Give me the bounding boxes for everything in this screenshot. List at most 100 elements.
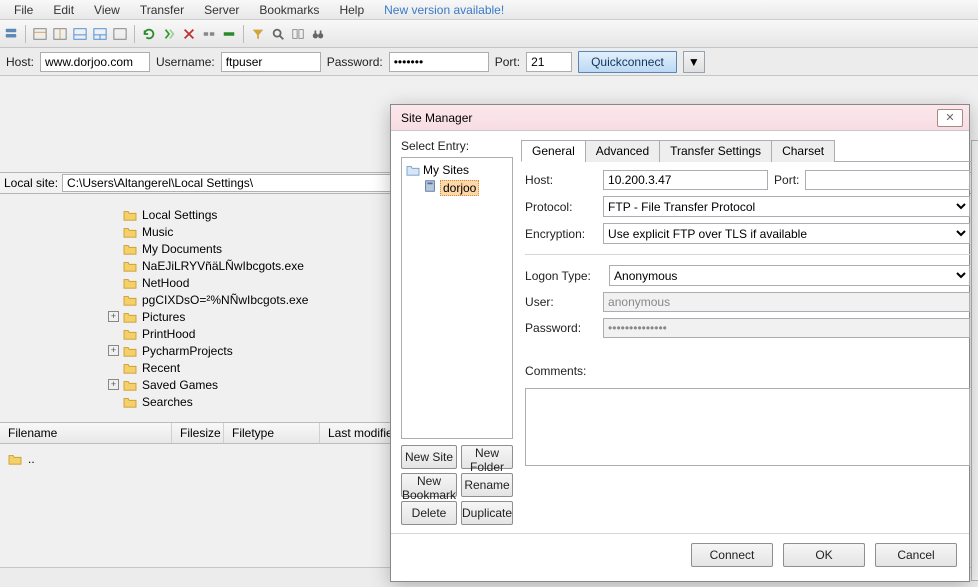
sm-pass-input bbox=[603, 318, 970, 338]
expand-icon[interactable]: + bbox=[108, 345, 119, 356]
menu-help[interactable]: Help bbox=[331, 1, 372, 19]
disconnect-icon[interactable] bbox=[200, 25, 218, 43]
select-entry-label: Select Entry: bbox=[401, 139, 513, 153]
tab-advanced[interactable]: Advanced bbox=[585, 140, 660, 162]
host-input[interactable] bbox=[40, 52, 150, 72]
entry-dorjoo[interactable]: dorjoo bbox=[406, 178, 508, 197]
sm-host-input[interactable] bbox=[603, 170, 768, 190]
tree-item[interactable]: + PycharmProjects bbox=[62, 342, 407, 359]
pane4-icon[interactable] bbox=[91, 25, 109, 43]
sm-logon-select[interactable]: Anonymous bbox=[609, 265, 970, 286]
dialog-titlebar: Site Manager ✕ bbox=[391, 105, 969, 131]
pass-label: Password: bbox=[327, 55, 383, 69]
port-label: Port: bbox=[495, 55, 520, 69]
duplicate-button[interactable]: Duplicate bbox=[461, 501, 513, 525]
entry-root[interactable]: My Sites bbox=[406, 162, 508, 178]
tree-item[interactable]: Music bbox=[62, 223, 407, 240]
tabs: General Advanced Transfer Settings Chars… bbox=[521, 139, 972, 162]
tree-item[interactable]: My Documents bbox=[62, 240, 407, 257]
close-icon[interactable]: ✕ bbox=[937, 109, 963, 127]
user-input[interactable] bbox=[221, 52, 321, 72]
menu-new-version[interactable]: New version available! bbox=[376, 1, 512, 19]
cancel-button[interactable]: Cancel bbox=[875, 543, 957, 567]
tree-item[interactable]: Local Settings bbox=[62, 206, 407, 223]
refresh-icon[interactable] bbox=[140, 25, 158, 43]
col-filesize[interactable]: Filesize bbox=[172, 423, 224, 443]
tree-item[interactable]: Recent bbox=[62, 359, 407, 376]
menu-view[interactable]: View bbox=[86, 1, 128, 19]
tree-item[interactable]: pgCIXDsO=²%NÑwIbcgots.exe bbox=[62, 291, 407, 308]
file-list[interactable]: .. bbox=[0, 444, 428, 474]
folder-icon bbox=[123, 260, 137, 272]
folder-icon bbox=[123, 294, 137, 306]
menu-file[interactable]: File bbox=[6, 1, 41, 19]
folder-icon bbox=[123, 311, 137, 323]
cancel-icon[interactable] bbox=[180, 25, 198, 43]
new-bookmark-button[interactable]: New Bookmark bbox=[401, 473, 457, 497]
folder-icon bbox=[8, 453, 22, 465]
local-site-input[interactable] bbox=[62, 174, 428, 192]
sm-encryption-select[interactable]: Use explicit FTP over TLS if available bbox=[603, 223, 970, 244]
server-icon[interactable] bbox=[2, 25, 20, 43]
quickconnect-dropdown[interactable]: ▼ bbox=[683, 51, 705, 73]
pane2-icon[interactable] bbox=[51, 25, 69, 43]
expand-icon[interactable]: + bbox=[108, 311, 119, 322]
process-queue-icon[interactable] bbox=[160, 25, 178, 43]
pane5-icon[interactable] bbox=[111, 25, 129, 43]
entry-tree[interactable]: My Sites dorjoo bbox=[401, 157, 513, 439]
port-input[interactable] bbox=[526, 52, 572, 72]
quickconnect-button[interactable]: Quickconnect bbox=[578, 51, 677, 73]
tab-transfer-settings[interactable]: Transfer Settings bbox=[659, 140, 772, 162]
sm-user-label: User: bbox=[525, 295, 597, 309]
folder-icon bbox=[123, 345, 137, 357]
menu-edit[interactable]: Edit bbox=[45, 1, 82, 19]
sm-protocol-select[interactable]: FTP - File Transfer Protocol bbox=[603, 196, 970, 217]
pass-input[interactable] bbox=[389, 52, 489, 72]
menu-bookmarks[interactable]: Bookmarks bbox=[251, 1, 327, 19]
rename-button[interactable]: Rename bbox=[461, 473, 513, 497]
sm-host-label: Host: bbox=[525, 173, 597, 187]
sm-port-input[interactable] bbox=[805, 170, 970, 190]
compare-icon[interactable] bbox=[289, 25, 307, 43]
toolbar bbox=[0, 20, 978, 48]
new-site-button[interactable]: New Site bbox=[401, 445, 457, 469]
tree-label: PycharmProjects bbox=[142, 344, 233, 358]
col-filetype[interactable]: Filetype bbox=[224, 423, 320, 443]
folder-icon bbox=[123, 396, 137, 408]
menu-transfer[interactable]: Transfer bbox=[132, 1, 192, 19]
menu-server[interactable]: Server bbox=[196, 1, 247, 19]
ok-button[interactable]: OK bbox=[783, 543, 865, 567]
tree-label: Music bbox=[142, 225, 173, 239]
reconnect-icon[interactable] bbox=[220, 25, 238, 43]
tree-item[interactable]: +Saved Games bbox=[62, 376, 407, 393]
folder-icon bbox=[123, 277, 137, 289]
expand-icon[interactable]: + bbox=[108, 379, 119, 390]
tab-charset[interactable]: Charset bbox=[771, 140, 835, 162]
sm-comments-input[interactable] bbox=[525, 388, 970, 466]
connect-button[interactable]: Connect bbox=[691, 543, 773, 567]
col-filename[interactable]: Filename bbox=[0, 423, 172, 443]
updir-item[interactable]: .. bbox=[28, 452, 35, 466]
tree-item[interactable]: Searches bbox=[62, 393, 407, 410]
tree-label: NaEJiLRYVñäLÑwIbcgots.exe bbox=[142, 259, 304, 273]
sm-logon-label: Logon Type: bbox=[525, 269, 603, 283]
tree-label: pgCIXDsO=²%NÑwIbcgots.exe bbox=[142, 293, 308, 307]
tree-item[interactable]: NetHood bbox=[62, 274, 407, 291]
delete-button[interactable]: Delete bbox=[401, 501, 457, 525]
pane3-icon[interactable] bbox=[71, 25, 89, 43]
pane1-icon[interactable] bbox=[31, 25, 49, 43]
tree-item[interactable]: NaEJiLRYVñäLÑwIbcgots.exe bbox=[62, 257, 407, 274]
tree-item[interactable]: +Pictures bbox=[62, 308, 407, 325]
filter-icon[interactable] bbox=[249, 25, 267, 43]
tree-item[interactable]: PrintHood bbox=[62, 325, 407, 342]
search-icon[interactable] bbox=[269, 25, 287, 43]
local-tree[interactable]: Local Settings MusicMy Documents NaEJiLRYV… bbox=[62, 206, 407, 416]
tab-general[interactable]: General bbox=[521, 140, 586, 162]
sm-encryption-label: Encryption: bbox=[525, 227, 597, 241]
folder-icon bbox=[123, 362, 137, 374]
new-folder-button[interactable]: New Folder bbox=[461, 445, 513, 469]
folder-icon bbox=[123, 243, 137, 255]
binoculars-icon[interactable] bbox=[309, 25, 327, 43]
tree-label: NetHood bbox=[142, 276, 189, 290]
folder-icon bbox=[123, 328, 137, 340]
